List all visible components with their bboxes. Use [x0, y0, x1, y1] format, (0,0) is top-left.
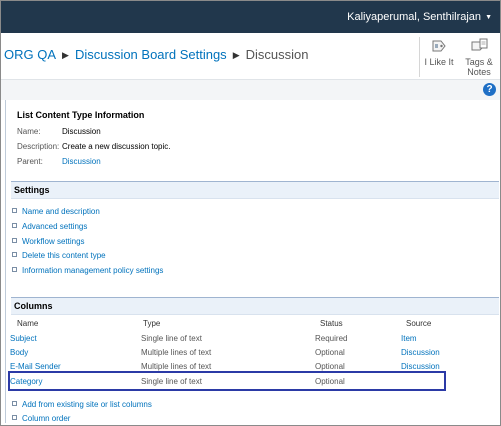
bullet-icon — [12, 238, 17, 243]
column-type: Multiple lines of text — [141, 348, 212, 357]
column-status: Optional — [315, 362, 345, 371]
toolbar-divider — [419, 37, 420, 77]
column-source-link[interactable]: Item — [401, 334, 417, 343]
link-label: Information management policy settings — [22, 266, 164, 275]
breadcrumb-separator-icon: ▶ — [232, 50, 240, 60]
column-source-link[interactable]: Discussion — [401, 362, 440, 371]
link-label: Column order — [22, 414, 71, 423]
bullet-icon — [12, 223, 17, 228]
link-label: Name and description — [22, 207, 100, 216]
user-name: Kaliyaperumal, Senthilrajan — [347, 11, 482, 23]
column-header-source: Source — [406, 319, 432, 328]
info-name-row: Name: Discussion — [17, 127, 101, 136]
page-frame: Kaliyaperumal, Senthilrajan ▼ ORG QA ▶ Disc… — [0, 0, 501, 426]
columns-section-header: Columns — [11, 297, 499, 315]
bullet-icon — [12, 208, 17, 213]
thumbs-up-tag-icon — [432, 40, 446, 52]
title-area: ORG QA ▶ Discussion Board Settings ▶ Discuss… — [1, 33, 500, 79]
bullet-icon — [12, 267, 17, 272]
link-label: Add from existing site or list columns — [22, 400, 152, 409]
breadcrumb: ORG QA ▶ Discussion Board Settings ▶ Discuss… — [4, 47, 308, 62]
tags-notes-label-2: Notes — [467, 67, 491, 77]
link-label: Workflow settings — [22, 237, 85, 246]
columns-heading: Columns — [14, 301, 53, 311]
delete-content-type-link[interactable]: Delete this content type — [12, 251, 106, 260]
link-label: Delete this content type — [22, 251, 106, 260]
column-name-link[interactable]: Body — [10, 348, 28, 357]
top-bar: Kaliyaperumal, Senthilrajan ▼ — [1, 1, 500, 33]
info-description-row: Description: Create a new discussion topi… — [17, 142, 171, 151]
highlight-box — [8, 371, 446, 391]
info-parent-row: Parent: Discussion — [17, 157, 101, 166]
column-type: Multiple lines of text — [141, 362, 212, 371]
parent-link[interactable]: Discussion — [62, 157, 101, 166]
chevron-down-icon: ▼ — [485, 14, 492, 21]
bullet-icon — [12, 415, 17, 420]
column-name-link[interactable]: E-Mail Sender — [10, 362, 61, 371]
settings-section-header: Settings — [11, 181, 499, 199]
information-management-policy-link[interactable]: Information management policy settings — [12, 266, 163, 275]
breadcrumb-separator-icon: ▶ — [62, 50, 69, 60]
column-order-link[interactable]: Column order — [12, 414, 70, 423]
tags-notes-icon — [471, 38, 488, 51]
breadcrumb-current: Discussion — [245, 47, 309, 62]
description-label: Description: — [17, 142, 60, 151]
column-type: Single line of text — [141, 334, 202, 343]
help-bar: ? — [1, 79, 500, 100]
bullet-icon — [12, 401, 17, 406]
column-source-link[interactable]: Discussion — [401, 348, 440, 357]
column-header-type: Type — [143, 319, 161, 328]
table-row: Subject Single line of text Required Ite… — [10, 334, 490, 346]
help-icon[interactable]: ? — [483, 83, 496, 96]
i-like-it-label: I Like It — [424, 57, 454, 67]
user-menu[interactable]: Kaliyaperumal, Senthilrajan ▼ — [347, 11, 492, 23]
add-from-existing-columns-link[interactable]: Add from existing site or list columns — [12, 400, 152, 409]
breadcrumb-parent[interactable]: Discussion Board Settings — [75, 47, 227, 62]
column-status: Required — [315, 334, 348, 343]
i-like-it-button[interactable]: I Like It — [419, 37, 459, 67]
link-label: Advanced settings — [22, 222, 88, 231]
column-header-status: Status — [320, 319, 343, 328]
breadcrumb-site[interactable]: ORG QA — [4, 47, 56, 62]
bullet-icon — [12, 252, 17, 257]
tags-notes-button[interactable]: Tags & Notes — [459, 37, 499, 77]
advanced-settings-link[interactable]: Advanced settings — [12, 222, 87, 231]
description-value: Create a new discussion topic. — [62, 142, 171, 151]
column-status: Optional — [315, 348, 345, 357]
parent-label: Parent: — [17, 157, 43, 166]
name-and-description-link[interactable]: Name and description — [12, 207, 100, 216]
settings-heading: Settings — [14, 185, 50, 195]
name-value: Discussion — [62, 127, 101, 136]
table-row: Body Multiple lines of text Optional Dis… — [10, 348, 490, 360]
column-header-name: Name — [17, 319, 39, 328]
tags-notes-label: Tags & — [465, 57, 493, 67]
name-label: Name: — [17, 127, 41, 136]
workflow-settings-link[interactable]: Workflow settings — [12, 237, 85, 246]
column-name-link[interactable]: Subject — [10, 334, 37, 343]
info-heading: List Content Type Information — [17, 110, 145, 120]
main-content: List Content Type Information Name: Discu… — [5, 100, 499, 423]
